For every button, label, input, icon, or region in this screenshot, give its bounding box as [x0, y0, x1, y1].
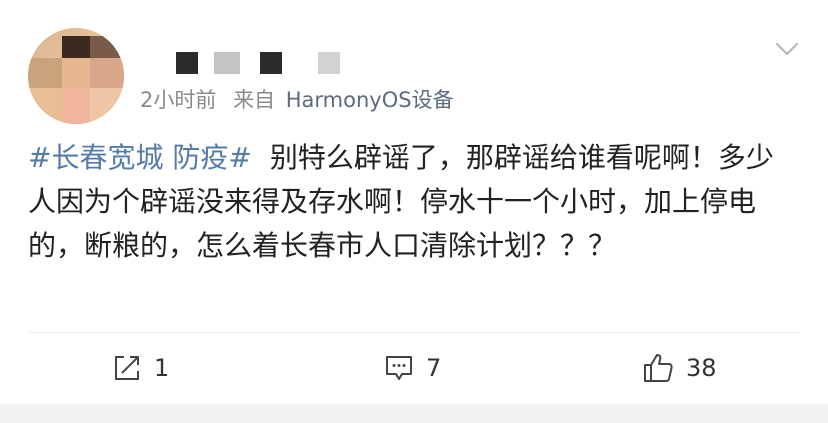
repost-icon	[112, 353, 142, 383]
post-meta: 2小时前 来自 HarmonyOS设备	[140, 85, 454, 115]
comment-button[interactable]: 7	[384, 350, 441, 386]
username-pixel	[176, 52, 198, 74]
avatar-pixel	[28, 58, 62, 88]
comment-count: 7	[426, 354, 442, 382]
avatar-pixel	[62, 88, 90, 124]
repost-button[interactable]: 1	[112, 350, 169, 386]
username-pixel	[260, 52, 282, 74]
avatar-pixel	[90, 88, 124, 124]
username-pixel	[318, 52, 340, 74]
avatar-pixel	[90, 36, 124, 58]
comment-icon	[384, 353, 414, 383]
post-source-prefix: 来自	[233, 88, 276, 112]
like-button[interactable]: 38	[642, 350, 717, 386]
avatar[interactable]	[28, 28, 124, 124]
avatar-pixel	[28, 88, 62, 124]
post-actions: 1 7 38	[0, 340, 828, 396]
avatar-pixel	[62, 36, 90, 58]
divider	[28, 332, 800, 333]
username-pixel	[214, 52, 240, 74]
avatar-pixel	[62, 58, 90, 88]
like-count: 38	[686, 354, 717, 382]
chevron-down-icon[interactable]	[774, 36, 800, 62]
avatar-pixel	[90, 58, 124, 88]
feed-separator	[0, 404, 828, 423]
post-time: 2小时前	[140, 88, 217, 112]
post-source-device[interactable]: HarmonyOS设备	[286, 88, 454, 112]
weibo-post-card: 2小时前 来自 HarmonyOS设备 #长春宽城 防疫# 别特么辟谣了，那辟谣给…	[0, 0, 828, 404]
thumbs-up-icon	[642, 352, 674, 384]
repost-count: 1	[154, 354, 170, 382]
post-content: #长春宽城 防疫# 别特么辟谣了，那辟谣给谁看呢啊！多少人因为个辟谣没来得及存水啊…	[28, 136, 800, 268]
hashtag-link[interactable]: #长春宽城 防疫#	[28, 141, 252, 174]
username-pixelated[interactable]	[176, 52, 376, 74]
